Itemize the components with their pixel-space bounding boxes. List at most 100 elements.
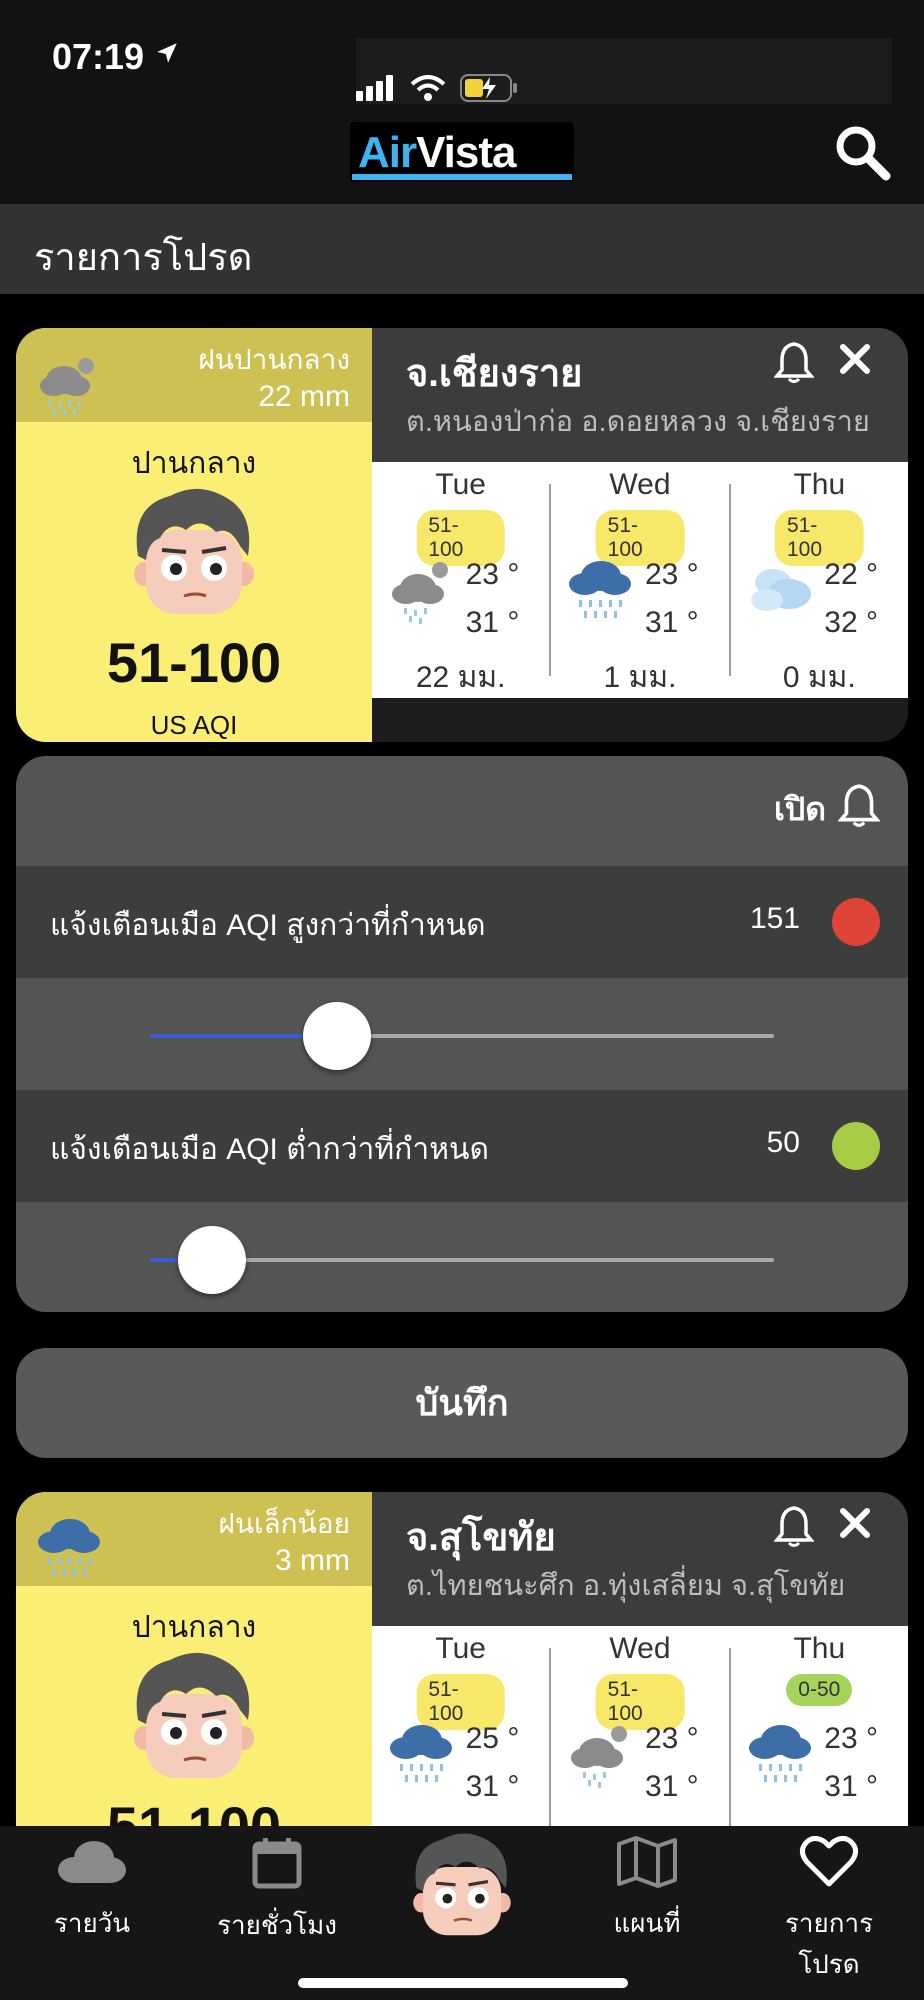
alert-toggle-label: เปิด <box>773 790 826 827</box>
location-address: ต.หนองป่าก่อ อ.ดอยหลวง จ.เชียงราย <box>406 406 870 438</box>
wifi-icon <box>410 74 446 107</box>
day-name: Thu <box>793 1632 846 1665</box>
logo-text-air: Air <box>358 128 417 177</box>
signal-icon <box>356 74 396 106</box>
battery-icon <box>460 73 518 108</box>
section-title: รายการโปรด <box>34 237 253 279</box>
low-aqi-alert-row: แจ้งเตือนเมือ AQI ต่ำกว่าที่กำหนด 50 <box>16 1090 908 1202</box>
province-name: จ.สุโขทัย <box>406 1517 556 1559</box>
bell-icon <box>837 782 881 836</box>
face-mascot-icon <box>130 486 258 621</box>
temp-low: 23 ° <box>465 558 520 591</box>
rain-amount: 3 mm <box>275 1544 350 1577</box>
tab-label: รายชั่วโมง <box>217 1910 337 1940</box>
low-alert-label: แจ้งเตือนเมือ AQI ต่ำกว่าที่กำหนด <box>50 1133 489 1166</box>
low-aqi-slider[interactable] <box>150 1226 774 1294</box>
temp-low: 23 ° <box>644 558 699 591</box>
alert-settings-panel: เปิด แจ้งเตือนเมือ AQI สูงกว่าที่กำหนด 1… <box>16 756 908 1312</box>
rain-summary: ฝนเล็กน้อย 3 mm <box>16 1492 372 1586</box>
heavy-rain-icon <box>565 558 635 629</box>
tab-label: รายวัน <box>53 1908 131 1938</box>
low-alert-value: 50 <box>766 1126 800 1159</box>
status-time: 07:19 <box>52 36 145 77</box>
alert-toggle[interactable]: เปิด <box>773 782 881 836</box>
temp-low: 25 ° <box>465 1722 520 1755</box>
temp-high: 31 ° <box>644 606 699 639</box>
bottom-tab-bar: รายวัน รายชั่วโมง แผนที่ รายการโปรด <box>0 1826 924 2000</box>
aqi-level-label: ปานกลาง <box>131 1611 257 1644</box>
heavy-rain-icon <box>745 1722 815 1793</box>
map-icon <box>604 1836 690 1895</box>
aqi-badge: 0-50 <box>786 1674 853 1706</box>
daily-forecast: Tue 51-100 23 ° 31 ° 22 มม. Wed 51-100 2… <box>372 462 908 698</box>
temp-low: 22 ° <box>824 558 878 591</box>
temp-high: 31 ° <box>824 1770 878 1803</box>
cloud-icon <box>40 1836 144 1895</box>
location-header: จ.เชียงราย ต.หนองป่าก่อ อ.ดอยหลวง จ.เชีย… <box>372 328 908 462</box>
forecast-panel: จ.เชียงราย ต.หนองป่าก่อ อ.ดอยหลวง จ.เชีย… <box>372 328 908 742</box>
tab-favorites[interactable]: รายการโปรด <box>756 1836 902 1985</box>
close-icon[interactable] <box>838 1506 872 1545</box>
location-arrow-icon <box>154 40 180 71</box>
close-icon[interactable] <box>838 342 872 381</box>
temp-low: 23 ° <box>644 1722 699 1755</box>
tab-daily[interactable]: รายวัน <box>40 1836 144 1944</box>
high-alert-label: แจ้งเตือนเมือ AQI สูงกว่าที่กำหนด <box>50 909 486 942</box>
aqi-panel: ฝนปานกลาง 22 mm ปานกลาง 51-100 US AQI <box>16 328 372 742</box>
day-name: Tue <box>435 1632 486 1665</box>
app-header: AirVista <box>0 104 924 204</box>
rain-intensity-label: ฝนปานกลาง <box>198 344 350 375</box>
cloud-rain-gray-icon <box>386 558 456 629</box>
cloud-rain-gray-icon <box>565 1722 635 1793</box>
tab-label: รายการโปรด <box>784 1908 874 1979</box>
tab-map[interactable]: แผนที่ <box>604 1836 690 1944</box>
airvista-logo: AirVista <box>350 122 574 182</box>
temp-low: 23 ° <box>824 1722 878 1755</box>
temp-high: 32 ° <box>824 606 878 639</box>
forecast-day: Thu 51-100 22 ° 32 ° 0 มม. <box>728 468 908 694</box>
rain-mm: 0 มม. <box>782 661 856 694</box>
rain-summary: ฝนปานกลาง 22 mm <box>16 328 372 422</box>
favorite-location-card[interactable]: ฝนปานกลาง 22 mm ปานกลาง 51-100 US AQI จ.… <box>16 328 908 742</box>
tab-hourly[interactable]: รายชั่วโมง <box>214 1836 340 1946</box>
slider-knob[interactable] <box>178 1226 247 1294</box>
day-name: Wed <box>609 468 671 501</box>
rain-mm: 1 มม. <box>603 661 677 694</box>
heavy-rain-icon <box>34 1516 104 1587</box>
forecast-day: Wed 51-100 23 ° 31 ° 1 มม. <box>549 468 728 694</box>
rain-intensity-label: ฝนเล็กน้อย <box>218 1508 350 1539</box>
day-name: Wed <box>609 1632 671 1665</box>
location-address: ต.ไทยชนะศึก อ.ทุ่งเสลี่ยม จ.สุโขทัย <box>406 1570 846 1602</box>
save-button[interactable]: บันทึก <box>16 1348 908 1458</box>
rain-mm: 22 มม. <box>415 661 506 694</box>
face-mascot-icon <box>130 1650 258 1785</box>
slider-knob[interactable] <box>303 1002 372 1070</box>
search-icon[interactable] <box>832 122 892 187</box>
high-aqi-alert-row: แจ้งเตือนเมือ AQI สูงกว่าที่กำหนด 151 <box>16 866 908 978</box>
temp-high: 31 ° <box>465 606 520 639</box>
tab-label: แผนที่ <box>613 1908 681 1938</box>
aqi-unit: US AQI <box>150 710 238 740</box>
bell-icon[interactable] <box>773 1504 815 1553</box>
logo-text-vista: Vista <box>416 128 516 177</box>
heart-icon <box>756 1836 902 1895</box>
face-avatar-icon <box>408 1830 516 1945</box>
forecast-day: Tue 51-100 23 ° 31 ° 22 มม. <box>372 462 549 698</box>
heavy-rain-icon <box>386 1722 456 1793</box>
cloudy-icon <box>745 558 817 629</box>
favorites-section-header: รายการโปรด <box>0 204 924 294</box>
temp-high: 31 ° <box>465 1770 520 1803</box>
home-indicator <box>298 1978 628 1988</box>
high-aqi-slider[interactable] <box>150 1002 774 1070</box>
day-name: Thu <box>793 468 846 501</box>
tab-home[interactable] <box>408 1830 516 1953</box>
temp-high: 31 ° <box>644 1770 699 1803</box>
province-name: จ.เชียงราย <box>406 353 583 395</box>
cloud-rain-gray-icon <box>34 352 104 421</box>
status-bar: 07:19 <box>0 0 924 142</box>
rain-amount: 22 mm <box>258 380 350 413</box>
day-name: Tue <box>435 468 486 501</box>
location-header: จ.สุโขทัย ต.ไทยชนะศึก อ.ทุ่งเสลี่ยม จ.สุ… <box>372 1492 908 1626</box>
bell-icon[interactable] <box>773 340 815 389</box>
aqi-value: 51-100 <box>106 631 282 694</box>
